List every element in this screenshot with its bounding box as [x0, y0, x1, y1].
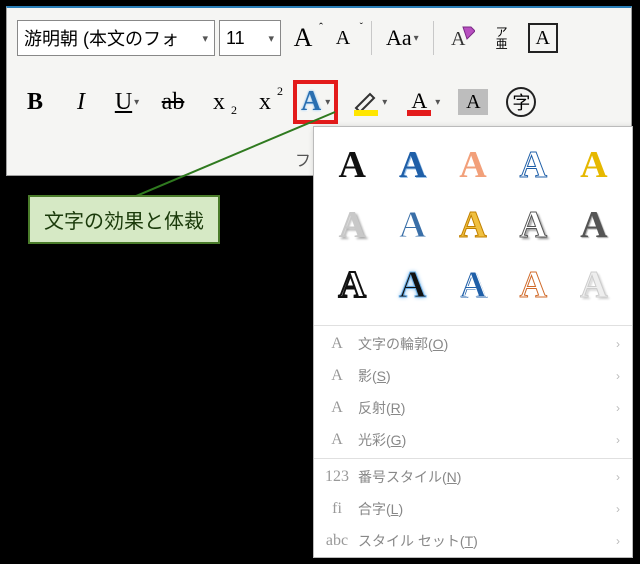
preset-style-1[interactable]: A: [324, 137, 380, 193]
shading-icon: A: [458, 89, 488, 115]
item-icon: abc: [326, 532, 348, 550]
underline-button[interactable]: U ▾: [109, 84, 145, 120]
chevron-down-icon: ▾: [414, 33, 419, 44]
text-effects-button[interactable]: A ▾: [293, 80, 338, 124]
shrink-font-button[interactable]: Aˇ: [325, 20, 361, 56]
separator: [314, 325, 632, 326]
eraser-a-icon: A: [449, 25, 475, 51]
font-size-combobox[interactable]: 11 ▾: [219, 20, 281, 56]
item-icon: A: [326, 367, 348, 385]
clear-formatting-button[interactable]: A: [444, 20, 480, 56]
item-icon: 123: [326, 468, 348, 486]
change-case-label: Aa: [386, 25, 412, 51]
separator: [371, 21, 372, 55]
change-case-button[interactable]: Aa ▾: [382, 20, 423, 56]
enclose-characters-button[interactable]: 字: [502, 84, 540, 120]
separator: [433, 21, 434, 55]
chevron-down-icon: ▾: [134, 97, 139, 108]
font-name-combobox[interactable]: 游明朝 (本文のフォ ▾: [17, 20, 215, 56]
preset-style-14[interactable]: A: [505, 257, 561, 313]
preset-style-4[interactable]: A: [505, 137, 561, 193]
chevron-right-icon: ›: [616, 433, 620, 447]
strikethrough-button[interactable]: ab: [155, 84, 191, 120]
separator: [314, 458, 632, 459]
preset-style-3[interactable]: A: [445, 137, 501, 193]
chevron-right-icon: ›: [616, 470, 620, 484]
bold-button[interactable]: B: [17, 84, 53, 120]
dropdown-item[interactable]: A 影(S) ›: [314, 360, 632, 392]
item-icon: A: [326, 335, 348, 353]
preset-grid: AAAAAAAAAAAAAAA: [314, 127, 632, 323]
underline-icon: U: [115, 89, 132, 116]
item-icon: fi: [326, 500, 348, 518]
dropdown-item[interactable]: A 光彩(G) ›: [314, 424, 632, 456]
text-effects-dropdown: AAAAAAAAAAAAAAA A文字の輪郭(O)›A影(S)›A反射(R)›A…: [313, 126, 633, 558]
svg-text:A: A: [451, 28, 466, 50]
shrink-caret-icon: ˇ: [360, 22, 363, 33]
preset-style-6[interactable]: A: [324, 197, 380, 253]
text-effects-icon: A: [301, 86, 321, 118]
highlight-color-button[interactable]: ▾: [348, 84, 391, 120]
chevron-right-icon: ›: [616, 502, 620, 516]
ribbon-row-2: B I U ▾ ab x2 x2 A ▾ ▾ A ▾: [17, 78, 621, 126]
item-icon: A: [326, 399, 348, 417]
font-color-icon: A: [405, 88, 433, 116]
superscript-button[interactable]: x2: [247, 84, 283, 120]
dropdown-item[interactable]: abc スタイル セット(T) ›: [314, 525, 632, 557]
preset-style-9[interactable]: A: [505, 197, 561, 253]
dropdown-item[interactable]: fi 合字(L) ›: [314, 493, 632, 525]
charbox-icon: A: [528, 23, 558, 53]
preset-style-15[interactable]: A: [566, 257, 622, 313]
preset-style-10[interactable]: A: [566, 197, 622, 253]
italic-button[interactable]: I: [63, 84, 99, 120]
chevron-down-icon: ▾: [325, 97, 330, 108]
preset-style-8[interactable]: A: [445, 197, 501, 253]
preset-style-2[interactable]: A: [384, 137, 440, 193]
preset-style-12[interactable]: A: [384, 257, 440, 313]
preset-style-7[interactable]: A: [384, 197, 440, 253]
preset-style-5[interactable]: A: [566, 137, 622, 193]
chevron-down-icon: ▾: [382, 97, 387, 108]
item-label: 光彩(G): [358, 430, 406, 450]
phonetic-guide-button[interactable]: ア 亜: [484, 20, 520, 56]
callout-label: 文字の効果と体裁: [28, 195, 220, 244]
chevron-right-icon: ›: [616, 401, 620, 415]
chevron-right-icon: ›: [616, 534, 620, 548]
dropdown-item[interactable]: 123 番号スタイル(N) ›: [314, 461, 632, 493]
chevron-down-icon: ▾: [435, 97, 440, 108]
item-label: 合字(L): [358, 499, 403, 519]
character-shading-button[interactable]: A: [454, 84, 492, 120]
item-label: 反射(R): [358, 398, 405, 418]
ribbon-row-1: 游明朝 (本文のフォ ▾ 11 ▾ Aˆ Aˇ Aa ▾ A ア 亜 A: [17, 18, 621, 58]
chevron-down-icon: ▾: [202, 32, 208, 45]
grow-caret-icon: ˆ: [319, 20, 323, 35]
font-size-value: 11: [226, 28, 245, 49]
item-label: 文字の輪郭(O): [358, 334, 448, 354]
ruby-label: ア 亜: [496, 26, 508, 50]
chevron-right-icon: ›: [616, 337, 620, 351]
character-border-button[interactable]: A: [524, 20, 562, 56]
preset-style-11[interactable]: A: [324, 257, 380, 313]
highlighter-icon: [352, 88, 380, 116]
font-name-value: 游明朝 (本文のフォ: [24, 25, 179, 51]
preset-style-13[interactable]: A: [445, 257, 501, 313]
chevron-right-icon: ›: [616, 369, 620, 383]
subscript-button[interactable]: x2: [201, 84, 237, 120]
item-label: スタイル セット(T): [358, 531, 478, 551]
font-color-button[interactable]: A ▾: [401, 84, 444, 120]
enclose-icon: 字: [506, 87, 536, 117]
item-icon: A: [326, 431, 348, 449]
grow-font-button[interactable]: Aˆ: [285, 20, 321, 56]
item-label: 影(S): [358, 366, 391, 386]
dropdown-item[interactable]: A 反射(R) ›: [314, 392, 632, 424]
dropdown-item[interactable]: A 文字の輪郭(O) ›: [314, 328, 632, 360]
chevron-down-icon: ▾: [268, 32, 274, 45]
item-label: 番号スタイル(N): [358, 467, 461, 487]
